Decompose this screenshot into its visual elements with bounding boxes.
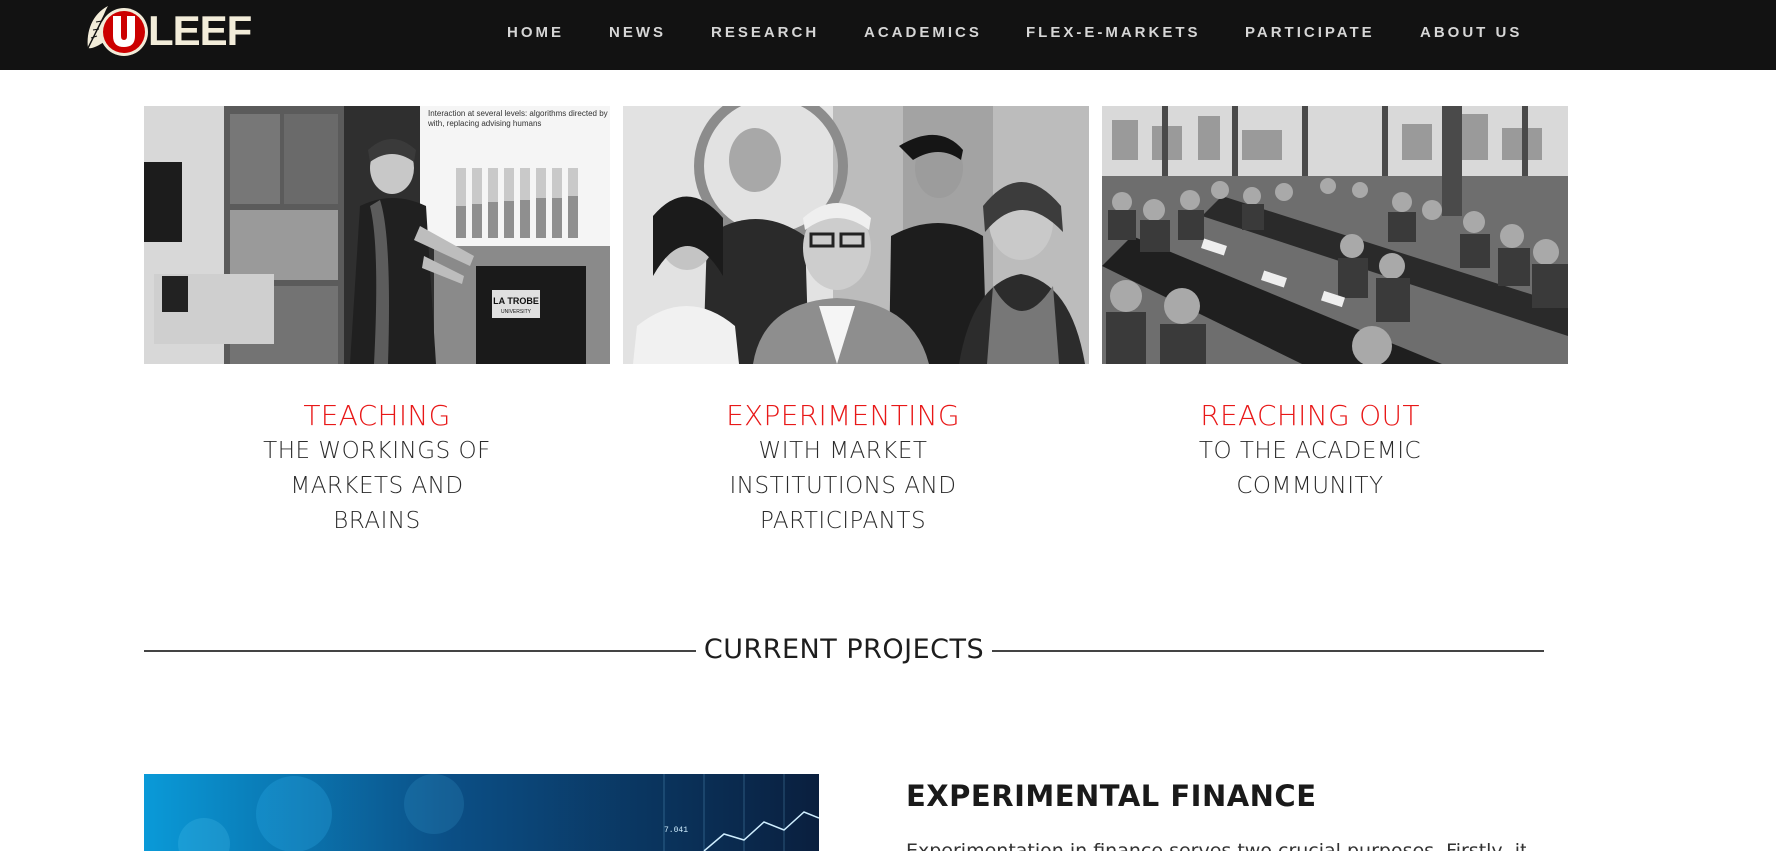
nav-academics[interactable]: ACADEMICS bbox=[864, 24, 982, 41]
teaching-line-2: MARKETS AND bbox=[290, 473, 464, 499]
teaching-photo[interactable]: Interaction at several levels: algorithm… bbox=[144, 106, 610, 364]
main-nav: HOME NEWS RESEARCH ACADEMICS FLEX-E-MARK… bbox=[0, 0, 1776, 66]
experimenting-title[interactable]: EXPERIMENTING bbox=[610, 398, 1076, 434]
experimenting-line-1: WITH MARKET bbox=[758, 438, 928, 464]
top-navigation-bar: LEEF HOME NEWS RESEARCH ACADEMICS FLEX-E… bbox=[0, 0, 1776, 70]
divider-line-left bbox=[144, 650, 696, 652]
experimenting-line-3: PARTICIPANTS bbox=[759, 508, 927, 534]
slide-text-2: with, replacing advising humans bbox=[427, 119, 541, 128]
reaching-out-title[interactable]: REACHING OUT bbox=[1077, 398, 1543, 434]
section-heading: CURRENT PROJECTS bbox=[703, 634, 985, 665]
podium-text: LA TROBE bbox=[493, 296, 539, 306]
experimenting-caption: EXPERIMENTING WITH MARKET INSTITUTIONS A… bbox=[610, 398, 1076, 539]
project-title[interactable]: EXPERIMENTAL FINANCE bbox=[906, 774, 1317, 818]
teaching-title[interactable]: TEACHING bbox=[144, 398, 610, 434]
reaching-out-caption: REACHING OUT TO THE ACADEMIC COMMUNITY bbox=[1077, 398, 1543, 504]
nav-participate[interactable]: PARTICIPATE bbox=[1245, 24, 1375, 41]
nav-about-us[interactable]: ABOUT US bbox=[1420, 24, 1522, 41]
experimental-finance-image[interactable]: 7.041 bbox=[144, 774, 819, 851]
nav-home[interactable]: HOME bbox=[507, 24, 564, 41]
teaching-caption: TEACHING THE WORKINGS OF MARKETS AND BRA… bbox=[144, 398, 610, 539]
graph-label: 7.041 bbox=[664, 826, 688, 835]
experimenting-line-2: INSTITUTIONS AND bbox=[729, 473, 957, 499]
divider-line-right bbox=[992, 650, 1544, 652]
nav-news[interactable]: NEWS bbox=[609, 24, 666, 41]
project-description: Experimentation in finance serves two cr… bbox=[906, 840, 1526, 851]
podium-subtext: UNIVERSITY bbox=[501, 309, 532, 315]
reaching-out-photo[interactable] bbox=[1102, 106, 1568, 364]
experimenting-photo[interactable] bbox=[623, 106, 1089, 364]
reaching-out-line-2: COMMUNITY bbox=[1236, 473, 1384, 499]
reaching-out-line-1: TO THE ACADEMIC bbox=[1198, 438, 1422, 464]
nav-flex-e-markets[interactable]: FLEX-E-MARKETS bbox=[1026, 24, 1201, 41]
slide-text-1: Interaction at several levels: algorithm… bbox=[428, 109, 608, 118]
teaching-line-3: BRAINS bbox=[333, 508, 421, 534]
nav-research[interactable]: RESEARCH bbox=[711, 24, 819, 41]
teaching-line-1: THE WORKINGS OF bbox=[263, 438, 491, 464]
